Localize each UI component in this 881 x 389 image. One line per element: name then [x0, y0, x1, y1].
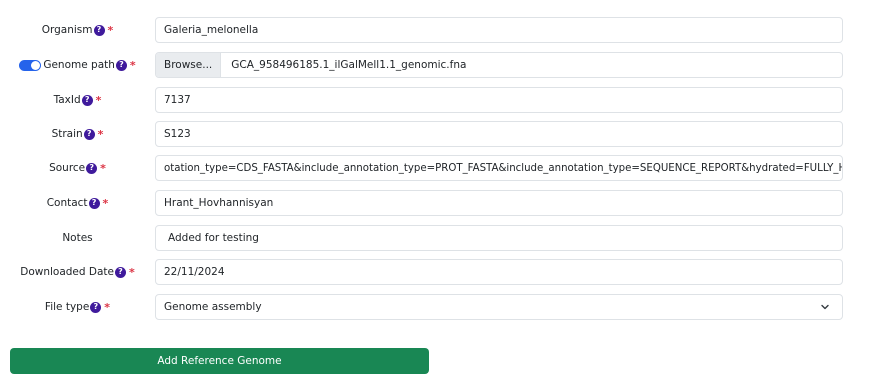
help-icon[interactable]: ?	[93, 24, 105, 36]
genome-path-file-input[interactable]: Browse... GCA_958496185.1_ilGalMell1.1_g…	[155, 52, 843, 78]
source-label: Source	[49, 162, 86, 174]
genome-path-row: Genome path? * Browse... GCA_958496185.1_…	[0, 52, 881, 78]
downloaded-date-label: Downloaded Date	[20, 266, 114, 278]
notes-label: Notes	[62, 232, 93, 244]
file-type-label-cell: File type? *	[0, 294, 155, 320]
browse-button[interactable]: Browse...	[156, 53, 222, 77]
strain-input[interactable]: S123	[155, 121, 843, 147]
contact-input[interactable]: Hrant_Hovhannisyan	[155, 190, 843, 216]
required-mark: *	[95, 93, 102, 107]
organism-label-cell: Organism? *	[0, 17, 155, 43]
required-mark: *	[107, 23, 114, 37]
notes-textarea[interactable]: Added for testing	[155, 225, 843, 251]
genome-path-toggle[interactable]	[19, 59, 42, 71]
help-icon[interactable]: ?	[86, 162, 98, 174]
taxid-input[interactable]: 7137	[155, 87, 843, 113]
genome-path-label: Genome path	[43, 59, 115, 71]
source-input[interactable]: otation_type=CDS_FASTA&include_annotatio…	[155, 155, 843, 181]
genome-path-label-cell: Genome path? *	[0, 52, 155, 78]
organism-input[interactable]: Galeria_melonella	[155, 17, 843, 43]
strain-label: Strain	[51, 128, 83, 140]
strain-label-cell: Strain? *	[0, 121, 155, 147]
organism-label: Organism	[41, 24, 93, 36]
contact-label: Contact	[46, 197, 88, 209]
source-label-cell: Source? *	[0, 155, 155, 181]
help-icon[interactable]: ?	[90, 301, 102, 313]
contact-label-cell: Contact? *	[0, 190, 155, 216]
help-icon[interactable]: ?	[115, 59, 127, 71]
downloaded-date-row: Downloaded Date? * 22/11/2024	[0, 259, 881, 285]
add-reference-genome-button[interactable]: Add Reference Genome	[10, 348, 429, 374]
required-mark: *	[129, 265, 135, 279]
required-mark: *	[102, 196, 109, 210]
required-mark: *	[97, 127, 104, 141]
file-type-label: File type	[44, 301, 90, 313]
contact-row: Contact? * Hrant_Hovhannisyan	[0, 190, 881, 216]
help-icon[interactable]: ?	[115, 266, 126, 278]
required-mark: *	[104, 300, 111, 314]
help-icon[interactable]: ?	[81, 94, 93, 106]
strain-row: Strain? * S123	[0, 121, 881, 147]
notes-row: Notes Added for testing	[0, 225, 881, 251]
file-type-select[interactable]: Genome assembly	[155, 294, 843, 320]
required-mark: *	[129, 58, 136, 72]
genome-path-filename: GCA_958496185.1_ilGalMell1.1_genomic.fna	[231, 59, 467, 71]
notes-label-cell: Notes	[0, 225, 155, 251]
help-icon[interactable]: ?	[83, 128, 95, 140]
taxid-row: TaxId? * 7137	[0, 87, 881, 113]
file-type-row: File type? * Genome assembly	[0, 294, 881, 320]
taxid-label: TaxId	[53, 94, 81, 106]
chevron-down-icon	[820, 302, 830, 312]
downloaded-date-input[interactable]: 22/11/2024	[155, 259, 843, 285]
required-mark: *	[100, 161, 106, 175]
organism-row: Organism? * Galeria_melonella	[0, 17, 881, 43]
help-icon[interactable]: ?	[88, 197, 100, 209]
source-row: Source? * otation_type=CDS_FASTA&include_…	[0, 155, 881, 181]
file-type-selected-value: Genome assembly	[164, 301, 262, 313]
downloaded-date-label-cell: Downloaded Date? *	[0, 259, 155, 285]
taxid-label-cell: TaxId? *	[0, 87, 155, 113]
